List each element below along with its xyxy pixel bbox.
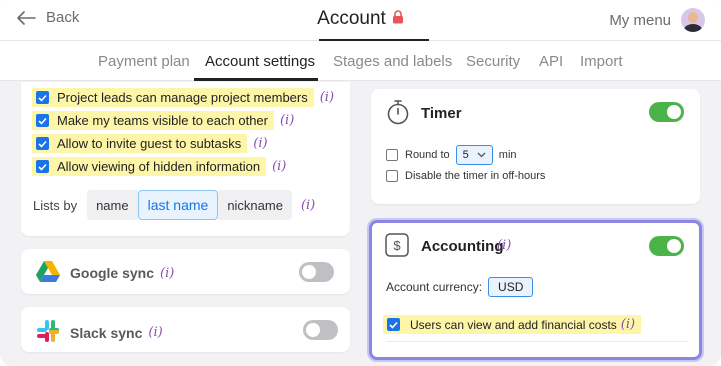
google-sync-card: Google sync (i) xyxy=(21,249,350,294)
info-icon[interactable]: (i) xyxy=(148,325,162,340)
round-to-value: 5 xyxy=(462,149,469,161)
round-to-select[interactable]: 5 xyxy=(455,145,493,165)
info-icon[interactable]: (i) xyxy=(280,113,294,128)
lists-by-label: Lists by xyxy=(33,197,78,213)
toggle-knob xyxy=(667,105,681,119)
lists-by-row: Lists by name last name nickname (i) xyxy=(33,190,315,220)
permission-row: Allow to invite guest to subtasks (i) xyxy=(32,134,268,153)
my-menu-button[interactable]: My menu xyxy=(609,8,705,32)
disable-off-hours-checkbox[interactable] xyxy=(386,170,398,182)
info-icon[interactable]: (i) xyxy=(320,90,334,105)
tab-stages-and-labels[interactable]: Stages and labels xyxy=(333,53,452,70)
toggle-knob xyxy=(306,323,320,337)
accounting-toggle[interactable] xyxy=(649,236,684,256)
permission-row: Make my teams visible to each other (i) xyxy=(32,111,294,130)
lock-icon xyxy=(392,8,404,30)
permission-label: Allow to invite guest to subtasks xyxy=(57,136,242,151)
my-menu-label: My menu xyxy=(609,11,671,29)
permission-label: Allow viewing of hidden information xyxy=(57,159,261,174)
stopwatch-icon xyxy=(386,99,410,130)
permission-highlight: Allow viewing of hidden information xyxy=(32,157,267,176)
lists-by-option-nickname[interactable]: nickname xyxy=(218,190,292,220)
slack-sync-label: Slack sync xyxy=(70,324,143,341)
checkbox-checked[interactable] xyxy=(36,137,49,150)
round-to-unit: min xyxy=(498,149,517,161)
info-icon[interactable]: (i) xyxy=(621,317,635,332)
permission-highlight: Allow to invite guest to subtasks xyxy=(32,134,248,153)
currency-label: Account currency: xyxy=(386,280,483,294)
chevron-down-icon xyxy=(477,149,486,161)
info-icon[interactable]: (i) xyxy=(253,136,267,151)
round-to-row: Round to 5 min xyxy=(386,145,517,165)
page-title: Account xyxy=(317,8,386,29)
permissions-card: Project leads can manage project members… xyxy=(21,82,350,236)
info-icon[interactable]: (i) xyxy=(301,198,315,213)
tab-security[interactable]: Security xyxy=(466,53,520,70)
top-header: Back Account My menu xyxy=(0,0,721,41)
disable-off-hours-row: Disable the timer in off-hours xyxy=(386,170,545,182)
slack-sync-row: Slack sync (i) xyxy=(36,319,163,346)
lists-by-segmented-control: name last name nickname xyxy=(87,190,292,220)
permission-row: Allow viewing of hidden information (i) xyxy=(32,157,286,176)
info-icon[interactable]: (i) xyxy=(160,266,174,281)
dollar-icon: $ xyxy=(385,233,409,262)
permission-label: Make my teams visible to each other xyxy=(57,113,268,128)
google-drive-icon xyxy=(36,261,60,285)
app-frame: Back Account My menu Payment plan Accoun… xyxy=(0,0,721,366)
financial-costs-label: Users can view and add financial costs xyxy=(410,317,617,332)
toggle-knob xyxy=(667,239,681,253)
divider xyxy=(386,341,688,342)
active-tab-underline xyxy=(194,78,318,81)
accounting-title: Accounting xyxy=(421,238,504,255)
google-sync-row: Google sync (i) xyxy=(36,261,174,285)
slack-icon xyxy=(36,319,60,346)
svg-text:$: $ xyxy=(393,238,401,253)
avatar xyxy=(681,8,705,32)
permission-highlight: Make my teams visible to each other xyxy=(32,111,274,130)
slack-sync-card: Slack sync (i) xyxy=(21,307,350,352)
info-icon[interactable]: (i) xyxy=(497,238,511,253)
permission-highlight: Project leads can manage project members xyxy=(32,88,314,107)
financial-costs-highlight: Users can view and add financial costs (… xyxy=(383,315,642,334)
tab-api[interactable]: API xyxy=(539,53,563,70)
toggle-knob xyxy=(302,265,316,279)
settings-tabs: Payment plan Account settings Stages and… xyxy=(0,41,721,81)
checkbox-checked[interactable] xyxy=(36,160,49,173)
google-sync-label: Google sync xyxy=(70,265,155,281)
timer-card: Timer Round to 5 min Disable the timer i… xyxy=(371,89,700,204)
lists-by-option-name[interactable]: name xyxy=(87,190,138,220)
currency-select[interactable]: USD xyxy=(488,277,534,297)
lists-by-option-last-name[interactable]: last name xyxy=(137,190,219,220)
checkbox-checked[interactable] xyxy=(36,114,49,127)
disable-off-hours-label: Disable the timer in off-hours xyxy=(405,170,546,182)
currency-row: Account currency: USD xyxy=(386,277,534,297)
timer-toggle[interactable] xyxy=(649,102,684,122)
checkbox-checked[interactable] xyxy=(387,318,400,331)
google-sync-toggle[interactable] xyxy=(299,262,334,282)
tab-payment-plan[interactable]: Payment plan xyxy=(98,53,190,70)
accounting-card: $ Accounting (i) Account currency: USD U… xyxy=(369,220,702,360)
financial-costs-row: Users can view and add financial costs (… xyxy=(383,315,642,334)
permission-label: Project leads can manage project members xyxy=(57,90,308,105)
round-to-label: Round to xyxy=(405,149,450,161)
info-icon[interactable]: (i) xyxy=(272,159,286,174)
permission-row: Project leads can manage project members… xyxy=(32,88,334,107)
tab-import[interactable]: Import xyxy=(580,53,623,70)
checkbox-checked[interactable] xyxy=(36,91,49,104)
slack-sync-toggle[interactable] xyxy=(303,320,338,340)
round-to-checkbox[interactable] xyxy=(386,149,398,161)
timer-title: Timer xyxy=(421,105,462,122)
tab-account-settings[interactable]: Account settings xyxy=(205,53,315,70)
